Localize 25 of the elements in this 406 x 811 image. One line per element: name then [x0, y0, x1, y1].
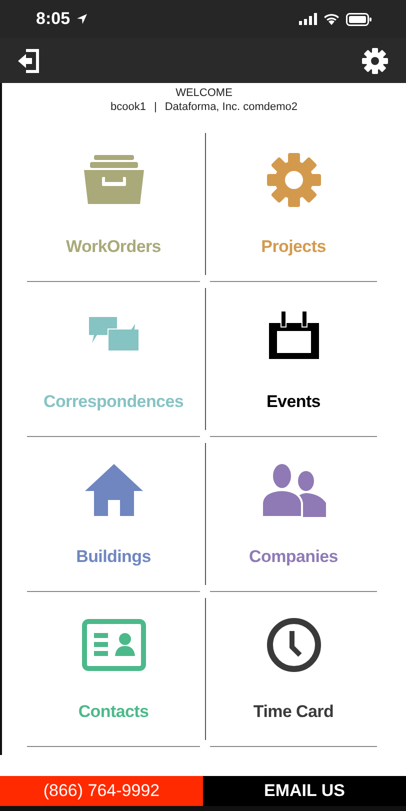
signal-icon — [299, 13, 317, 25]
menu-tile[interactable]: Events — [210, 282, 377, 437]
logout-icon[interactable] — [17, 46, 41, 74]
phone-button[interactable]: (866) 764-9992 — [0, 776, 203, 806]
email-button[interactable]: EMAIL US — [203, 776, 406, 806]
welcome-title: WELCOME — [174, 87, 234, 100]
settings-icon[interactable] — [361, 46, 389, 74]
menu-tile[interactable]: Projects — [210, 127, 377, 282]
tile-label: Time Card — [253, 702, 334, 722]
tile-label: Correspondences — [43, 392, 184, 412]
location-arrow-icon — [76, 13, 88, 25]
tile-label: Events — [266, 392, 320, 412]
tile-label: Projects — [261, 237, 326, 257]
tile-label: WorkOrders — [66, 237, 161, 257]
wifi-icon — [323, 13, 340, 25]
username: bcook1 — [110, 100, 146, 114]
tile-label: Contacts — [78, 702, 149, 722]
battery-icon — [346, 12, 372, 26]
tile-label: Companies — [249, 547, 338, 567]
menu-tile[interactable]: Companies — [210, 437, 377, 592]
tile-label: Buildings — [76, 547, 151, 567]
menu-tile[interactable]: Time Card — [210, 592, 377, 747]
separator: | — [154, 100, 157, 114]
company-name: Dataforma, Inc. comdemo2 — [164, 100, 298, 114]
status-time: 8:05 — [36, 9, 70, 29]
